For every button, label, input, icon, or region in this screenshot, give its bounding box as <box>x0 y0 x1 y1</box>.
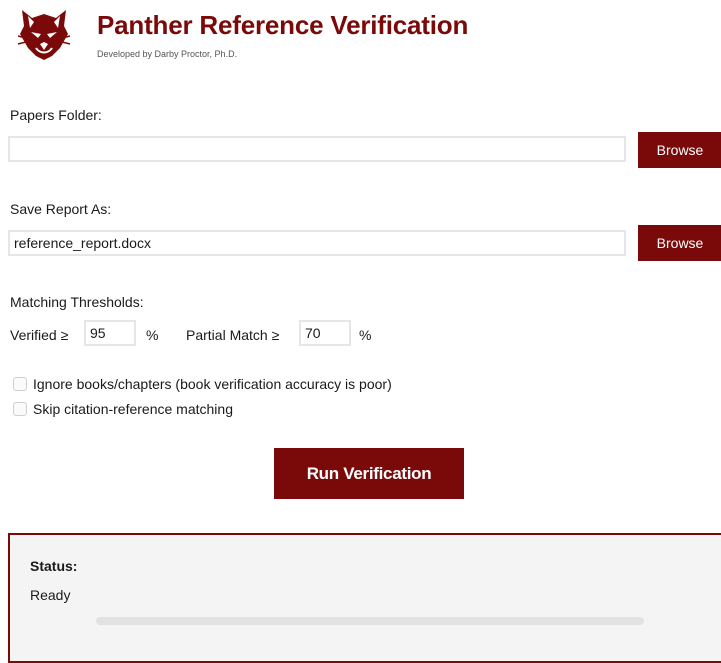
skip-citation-matching-label: Skip citation-reference matching <box>33 401 233 417</box>
ignore-books-label: Ignore books/chapters (book verification… <box>33 376 392 392</box>
partial-match-threshold-input[interactable] <box>299 320 351 346</box>
verified-threshold-input[interactable] <box>84 320 136 346</box>
partial-match-percent-unit: % <box>359 327 372 343</box>
status-panel: Status: Ready <box>8 533 721 663</box>
partial-match-threshold-label: Partial Match ≥ <box>186 327 280 343</box>
verified-percent-unit: % <box>146 327 159 343</box>
status-text: Ready <box>30 587 71 603</box>
skip-citation-matching-checkbox[interactable] <box>13 402 27 416</box>
save-report-browse-button[interactable]: Browse <box>638 225 721 261</box>
save-report-label: Save Report As: <box>10 201 112 217</box>
verified-threshold-label: Verified ≥ <box>10 327 69 343</box>
run-verification-button[interactable]: Run Verification <box>274 448 464 499</box>
papers-folder-label: Papers Folder: <box>10 107 102 123</box>
save-report-input[interactable] <box>8 230 626 256</box>
app-title: Panther Reference Verification <box>97 10 469 40</box>
progress-bar <box>96 617 644 625</box>
panther-logo-icon <box>17 10 71 60</box>
thresholds-heading: Matching Thresholds: <box>10 294 144 310</box>
app-subtitle: Developed by Darby Proctor, Ph.D. <box>97 49 238 59</box>
papers-folder-input[interactable] <box>8 136 626 162</box>
status-heading: Status: <box>30 558 78 574</box>
papers-folder-browse-button[interactable]: Browse <box>638 132 721 168</box>
ignore-books-checkbox[interactable] <box>13 377 27 391</box>
